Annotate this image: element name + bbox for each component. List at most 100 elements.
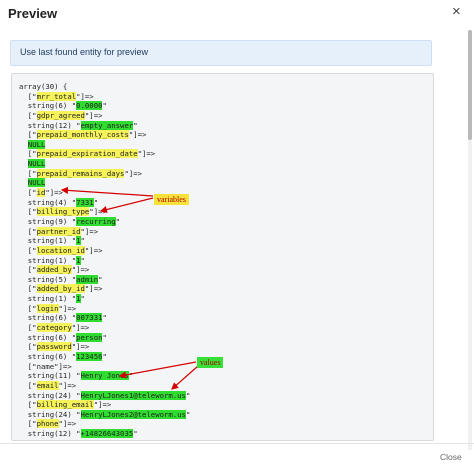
code-token: string(6) " [19,313,77,323]
code-line: ["email"]=> [19,380,190,391]
code-token: " [133,120,138,130]
code-token: " [185,409,191,419]
variable-value: person [76,332,103,342]
code-token: "]=> [71,323,90,333]
code-token: string(11) " [19,371,81,381]
code-token: "]=> [71,265,90,275]
values-annotation: values [197,357,224,368]
variable-name: prepaid_monthly_costs [36,130,129,140]
code-token: [" [19,245,37,255]
code-token: " [80,294,85,304]
code-token: [" [19,265,37,275]
preview-modal: Preview × Use last found entity for prev… [0,0,474,468]
code-token: " [102,313,107,323]
code-token: [" [19,149,37,159]
code-token: [" [19,400,37,410]
variable-value: +14826643035 [80,429,134,439]
close-button[interactable]: Close [440,452,462,462]
code-line: string(1) "1" [19,294,190,304]
code-token: string(1) " [19,236,77,246]
code-line: ["added_by_id"]=> [19,284,190,294]
code-line: ["prepaid_remains_days"]=> [19,168,190,179]
code-token: " [93,197,99,207]
variable-name: location_id [36,245,85,255]
code-token: " [102,351,107,361]
code-token: " [102,332,107,342]
code-token: "]=> [84,110,103,120]
code-token: string(5) " [19,274,77,284]
code-token: string(4) " [19,197,77,207]
scrollbar[interactable] [468,30,472,450]
variable-name: login [36,303,59,313]
variables-annotation: variables [154,194,189,205]
code-token: " [115,216,121,226]
code-token: "]=> [58,419,77,429]
code-token: "]=> [89,207,107,217]
code-token: [" [19,323,37,333]
code-token: string(24) " [19,390,81,400]
code-token: [" [19,380,37,390]
code-token: "]=> [58,303,77,313]
variable-name: added_by [36,265,72,275]
code-line: ["location_id"]=> [19,245,190,256]
footer-divider [0,443,474,444]
code-text: array(30) { ["mrr_total"]=> string(6) "0… [19,82,190,439]
code-line: ["prepaid_monthly_costs"]=> [19,130,190,140]
code-line: ["category"]=> [19,323,190,333]
code-line: ["billing_email"]=> [19,400,190,410]
code-line: NULL [19,178,190,188]
code-line: ["gdpr_agreed"]=> [19,110,190,121]
code-token: string(12) " [19,120,81,130]
variable-value: 007331 [76,313,103,323]
code-token: "]=> [45,188,63,198]
code-token: "]=> [58,380,77,390]
variable-value: empty_answer [80,120,134,130]
code-token: [" [19,226,37,236]
code-line: string(6) "person" [19,332,190,343]
code-token: "]=> [93,400,112,410]
code-token: "]=> [84,284,103,294]
variable-value: 123456 [76,351,103,361]
code-token: "]=> [128,130,147,140]
variable-name: prepaid_expiration_date [36,149,138,159]
code-token: string(6) " [19,351,77,361]
variable-value: NULL [27,159,46,169]
code-line: ["prepaid_expiration_date"]=> [19,149,190,159]
variable-value: Henry Jones [80,371,129,381]
variable-name: added_by_id [36,284,85,294]
close-icon[interactable]: × [452,4,461,19]
code-line: string(12) "+14826643035" [19,429,190,439]
code-token: string(12) " [19,429,81,439]
code-token: [" [19,188,37,198]
variable-value: NULL [27,139,46,149]
code-token: [" [19,207,37,217]
code-line: string(24) "HenryLJones2@teleworm.us" [19,409,191,420]
code-line: string(12) "empty_answer" [19,120,190,131]
variable-value: recurring [76,216,116,226]
code-token: " [128,371,134,381]
code-token: array(30) { [19,82,68,91]
variable-name: prepaid_remains_days [36,168,125,178]
code-token: [" [19,168,37,178]
preview-code-block: array(30) { ["mrr_total"]=> string(6) "0… [11,73,434,441]
variable-value: NULL [27,178,46,188]
variable-name: email [36,380,59,390]
code-token: [" [19,419,37,429]
code-token: [" [19,303,37,313]
variable-name: gdpr_agreed [36,110,85,120]
code-line: array(30) { [19,82,190,92]
variable-name: billing_email [36,400,94,410]
code-token: " [133,429,138,439]
variable-name: mrr_total [36,91,77,101]
scrollbar-thumb[interactable] [468,30,472,140]
code-token: "]=> [137,149,156,159]
code-line: ["login"]=> [19,303,190,314]
code-line: string(6) "0.0000" [19,101,190,111]
code-token: ["name"]=> [19,361,72,371]
info-alert-text: Use last found entity for preview [20,47,149,57]
code-line: NULL [19,139,190,150]
code-line: string(6) "007331" [19,313,190,323]
code-line: string(24) "HenryLJones1@teleworm.us" [19,390,190,401]
